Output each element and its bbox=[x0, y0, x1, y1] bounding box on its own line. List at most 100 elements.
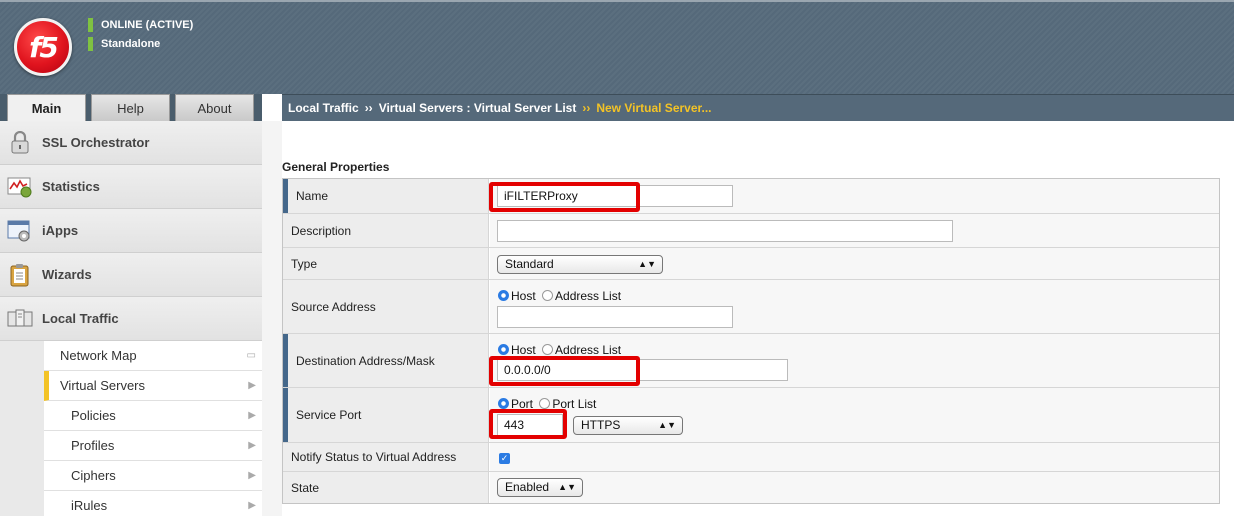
service-port-value-cell: Port Port List HTTPS ▲▼ bbox=[490, 388, 1219, 442]
sidebar-subitem-ciphers[interactable]: Ciphers ▶ bbox=[44, 461, 262, 491]
port-radio-group: Port Port List bbox=[498, 397, 596, 411]
type-label: Type bbox=[283, 248, 489, 279]
state-value-cell: Enabled ▲▼ bbox=[490, 472, 1219, 503]
port-radio[interactable] bbox=[498, 398, 509, 409]
sidebar-subitem-irules[interactable]: iRules ▶ bbox=[44, 491, 262, 516]
service-port-label: Service Port bbox=[283, 388, 489, 442]
sidebar: SSL Orchestrator Statistics iApps Wizard… bbox=[0, 121, 262, 516]
source-radio-group: Host Address List bbox=[498, 289, 621, 303]
port-list-radio[interactable] bbox=[539, 398, 551, 409]
state-select-value: Enabled bbox=[505, 480, 550, 494]
row-notify-status: Notify Status to Virtual Address ✓ bbox=[283, 443, 1219, 472]
sidebar-item-label: Local Traffic bbox=[42, 311, 119, 326]
clipboard-icon bbox=[10, 264, 29, 287]
chevron-right-icon: ▶ bbox=[248, 440, 256, 451]
breadcrumb-current: New Virtual Server... bbox=[596, 101, 712, 115]
source-address-list-radio-label: Address List bbox=[555, 289, 622, 303]
source-address-list-radio[interactable] bbox=[542, 290, 554, 301]
destination-host-radio-label: Host bbox=[511, 343, 536, 357]
popout-icon: ▭ bbox=[246, 350, 256, 361]
sidebar-subitem-virtual-servers[interactable]: Virtual Servers ▶ bbox=[44, 371, 262, 401]
name-value-cell bbox=[490, 179, 1219, 213]
chevron-right-icon: ▶ bbox=[248, 410, 256, 421]
sidebar-item-ssl-orchestrator[interactable]: SSL Orchestrator bbox=[0, 121, 262, 165]
row-source-address: Source Address Host Address List bbox=[283, 280, 1219, 334]
sidebar-item-local-traffic[interactable]: Local Traffic bbox=[0, 297, 262, 341]
breadcrumb-virtual-server-list[interactable]: Virtual Servers : Virtual Server List bbox=[379, 101, 577, 115]
state-label: State bbox=[283, 472, 489, 503]
tab-about[interactable]: About bbox=[175, 94, 254, 121]
sidebar-subitem-label: iRules bbox=[71, 498, 108, 513]
sidebar-item-label: iApps bbox=[42, 223, 79, 238]
state-select[interactable]: Enabled ▲▼ bbox=[497, 478, 583, 497]
updown-arrow-icon: ▲▼ bbox=[658, 420, 676, 430]
gear-window-icon bbox=[7, 220, 30, 242]
destination-address-list-radio-label: Address List bbox=[555, 343, 622, 357]
chevron-right-icon: ▶ bbox=[248, 470, 256, 481]
source-host-radio[interactable] bbox=[498, 290, 509, 301]
row-name: Name bbox=[283, 179, 1219, 214]
section-title: General Properties bbox=[282, 160, 390, 174]
type-select[interactable]: Standard ▲▼ bbox=[497, 255, 663, 274]
updown-arrow-icon: ▲▼ bbox=[638, 259, 656, 269]
notify-status-checkbox[interactable]: ✓ bbox=[499, 453, 510, 464]
status-online: ONLINE (ACTIVE) bbox=[88, 18, 193, 32]
notify-status-label: Notify Status to Virtual Address bbox=[283, 443, 489, 471]
source-host-radio-label: Host bbox=[511, 289, 536, 303]
name-label: Name bbox=[283, 179, 489, 213]
tab-main[interactable]: Main bbox=[7, 94, 86, 121]
source-address-label: Source Address bbox=[283, 280, 489, 333]
sidebar-item-label: Wizards bbox=[42, 267, 92, 282]
notify-status-value-cell: ✓ bbox=[490, 443, 1219, 471]
description-value-cell bbox=[490, 214, 1219, 247]
sidebar-subitem-profiles[interactable]: Profiles ▶ bbox=[44, 431, 262, 461]
breadcrumb-local-traffic[interactable]: Local Traffic bbox=[288, 101, 359, 115]
breadcrumb-separator: ›› bbox=[364, 101, 373, 115]
f5-logo[interactable]: f5 bbox=[14, 18, 72, 76]
sidebar-subitem-policies[interactable]: Policies ▶ bbox=[44, 401, 262, 431]
sidebar-item-statistics[interactable]: Statistics bbox=[0, 165, 262, 209]
sidebar-item-label: Statistics bbox=[42, 179, 100, 194]
updown-arrow-icon: ▲▼ bbox=[558, 482, 576, 492]
sidebar-subitem-label: Ciphers bbox=[71, 468, 116, 483]
sidebar-subitem-label: Virtual Servers bbox=[60, 378, 146, 393]
port-list-radio-label: Port List bbox=[552, 397, 597, 411]
chart-icon bbox=[7, 177, 32, 198]
breadcrumb-separator: ›› bbox=[582, 101, 591, 115]
destination-address-list-radio[interactable] bbox=[542, 344, 554, 355]
destination-value-cell: Host Address List bbox=[490, 334, 1219, 387]
status-standalone: Standalone bbox=[88, 37, 160, 51]
sidebar-subitem-label: Policies bbox=[71, 408, 116, 423]
chevron-right-icon: ▶ bbox=[248, 500, 256, 511]
main-tabs: Main Help About bbox=[0, 94, 262, 121]
destination-address-input[interactable] bbox=[497, 359, 788, 381]
description-label: Description bbox=[283, 214, 489, 247]
sidebar-item-iapps[interactable]: iApps bbox=[0, 209, 262, 253]
description-input[interactable] bbox=[497, 220, 953, 242]
destination-host-radio[interactable] bbox=[498, 344, 509, 355]
sidebar-item-wizards[interactable]: Wizards bbox=[0, 253, 262, 297]
sidebar-subitem-label: Profiles bbox=[71, 438, 115, 453]
service-port-select[interactable]: HTTPS ▲▼ bbox=[573, 416, 683, 435]
top-banner: f5 ONLINE (ACTIVE) Standalone bbox=[0, 0, 1234, 94]
breadcrumb: Local Traffic ›› Virtual Servers : Virtual… bbox=[282, 94, 1234, 121]
tab-help[interactable]: Help bbox=[91, 94, 170, 121]
service-port-select-value: HTTPS bbox=[581, 418, 621, 432]
service-port-input[interactable] bbox=[497, 414, 563, 436]
type-select-value: Standard bbox=[505, 257, 554, 271]
sidebar-subitem-label: Network Map bbox=[60, 348, 137, 363]
general-properties-table: Name Description Type Standard ▲▼ Source… bbox=[282, 178, 1220, 504]
lock-icon bbox=[11, 131, 29, 154]
row-service-port: Service Port Port Port List HTTPS ▲▼ bbox=[283, 388, 1219, 443]
chevron-right-icon: ▶ bbox=[248, 380, 256, 391]
row-type: Type Standard ▲▼ bbox=[283, 248, 1219, 280]
destination-radio-group: Host Address List bbox=[498, 343, 621, 357]
row-state: State Enabled ▲▼ bbox=[283, 472, 1219, 503]
port-radio-label: Port bbox=[511, 397, 534, 411]
content-gutter bbox=[262, 121, 282, 516]
name-input[interactable] bbox=[497, 185, 733, 207]
sidebar-subitem-network-map[interactable]: Network Map ▭ bbox=[44, 341, 262, 371]
source-address-input[interactable] bbox=[497, 306, 733, 328]
destination-label: Destination Address/Mask bbox=[283, 334, 489, 387]
servers-icon bbox=[7, 309, 33, 327]
